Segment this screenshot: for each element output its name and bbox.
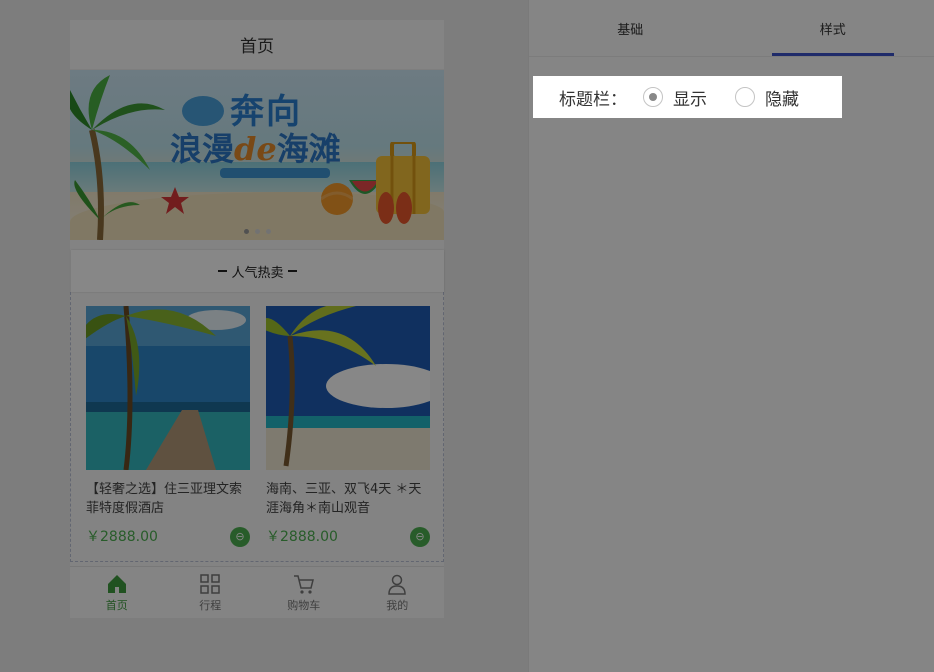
tab-mine-label: 我的 xyxy=(386,598,409,612)
tab-mine[interactable]: 我的 xyxy=(351,567,445,618)
tab-itinerary[interactable]: 行程 xyxy=(164,567,258,618)
cart-icon xyxy=(293,574,314,594)
section-title-text: 人气热卖 xyxy=(231,265,284,281)
user-icon xyxy=(388,574,407,595)
product-price: ￥2888.00 xyxy=(266,529,338,545)
carousel-dot[interactable] xyxy=(243,229,249,234)
tab-home[interactable]: 首页 xyxy=(70,567,164,618)
tropical-beach-image xyxy=(266,306,430,470)
title-dash-right xyxy=(287,270,297,272)
product-image[interactable] xyxy=(266,306,430,470)
carousel-dot[interactable] xyxy=(265,229,271,234)
product-footer: ￥2888.00 ⊖ xyxy=(266,526,430,548)
tab-itinerary-label: 行程 xyxy=(199,598,222,612)
home-icon xyxy=(107,574,126,593)
banner-text-a: 浪漫 xyxy=(170,130,235,168)
beach-pier-image xyxy=(86,306,250,470)
editor-tabs: 基础 样式 xyxy=(529,0,934,57)
product-name[interactable]: 【轻奢之选】住三亚理文索菲特度假酒店 xyxy=(86,480,250,518)
tab-home-label: 首页 xyxy=(105,598,128,612)
titlebar-setting-label: 标题栏： xyxy=(559,89,627,109)
carousel-dot[interactable] xyxy=(254,229,260,234)
radio-show-label[interactable]: 显示 xyxy=(673,85,707,110)
banner-ribbon xyxy=(220,168,330,178)
banner-title-line2: 浪漫de海滩 xyxy=(170,124,341,170)
banner-bubble xyxy=(182,96,224,126)
product-card[interactable]: 海南、三亚、双飞4天 ＊天涯海角＊南山观音 ￥2888.00 ⊖ xyxy=(266,306,430,548)
radio-hide-label[interactable]: 隐藏 xyxy=(765,85,799,110)
add-to-cart-icon[interactable]: ⊖ xyxy=(410,527,430,547)
titlebar-setting-row: 标题栏： 显示 隐藏 xyxy=(533,76,842,118)
banner-carousel[interactable]: 奔向 浪漫de海滩 xyxy=(70,70,444,240)
product-footer: ￥2888.00 ⊖ xyxy=(86,526,250,548)
product-image[interactable] xyxy=(86,306,250,470)
flip-flops-icon xyxy=(378,192,412,224)
banner-text-b: 海滩 xyxy=(276,130,341,168)
product-list: 【轻奢之选】住三亚理文索菲特度假酒店 ￥2888.00 ⊖ 海南、三亚、双飞4天… xyxy=(70,292,444,562)
radio-show[interactable]: 显示 xyxy=(643,85,707,110)
product-price: ￥2888.00 xyxy=(86,529,158,545)
carousel-indicators xyxy=(70,229,444,234)
tab-cart-label: 购物车 xyxy=(287,598,321,612)
product-name[interactable]: 海南、三亚、双飞4天 ＊天涯海角＊南山观音 xyxy=(266,480,430,518)
starfish-icon xyxy=(161,187,189,214)
tab-basic[interactable]: 基础 xyxy=(529,0,732,56)
section-title-hot-sale[interactable]: 人气热卖 xyxy=(71,250,444,292)
grid-icon xyxy=(200,573,220,594)
tab-style[interactable]: 样式 xyxy=(732,0,934,56)
bottom-tabbar: 首页 行程 购物车 我的 xyxy=(70,566,444,618)
banner-text-de: de xyxy=(234,130,277,168)
product-card[interactable]: 【轻奢之选】住三亚理文索菲特度假酒店 ￥2888.00 ⊖ xyxy=(86,306,250,548)
radio-hide[interactable]: 隐藏 xyxy=(735,85,799,110)
palm-tree-icon xyxy=(70,75,165,240)
tab-cart[interactable]: 购物车 xyxy=(257,567,351,618)
add-to-cart-icon[interactable]: ⊖ xyxy=(230,527,250,547)
radio-unchecked-icon[interactable] xyxy=(735,87,755,107)
radio-checked-icon[interactable] xyxy=(643,87,663,107)
title-dash-left xyxy=(218,270,228,272)
page-title: 首页 xyxy=(70,20,444,70)
